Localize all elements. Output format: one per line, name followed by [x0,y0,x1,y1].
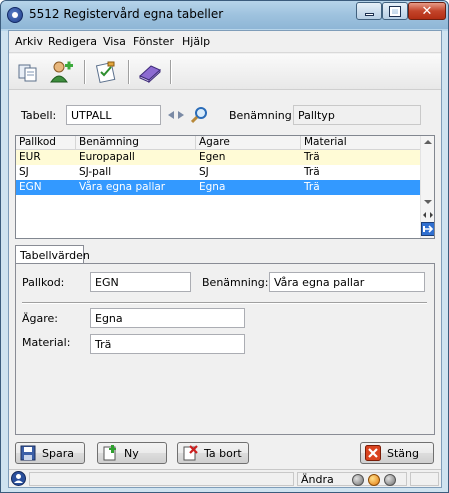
copy-icon [18,64,37,82]
app-icon [7,7,23,23]
floppy-disk-icon [20,445,36,461]
menu-visa[interactable]: Visa [103,35,126,48]
scroll-down-icon[interactable] [424,199,432,205]
gray-led-icon [352,474,364,486]
menu-fonster[interactable]: Fönster [133,35,174,48]
new-document-icon [103,445,116,461]
toolbar-separator [128,60,130,84]
menu-redigera[interactable]: Redigera [48,35,97,48]
copy-tool-button[interactable] [15,59,41,85]
new-button-label: Ny [124,446,139,460]
delete-document-icon [183,445,198,461]
table-row-selected[interactable]: EGN Våra egna pallar Egna Trä [16,180,420,195]
status-message-cell [29,472,294,486]
previous-arrow-icon[interactable] [167,110,175,120]
title-bar[interactable]: 5512 Registervård egna tabeller ✕ [1,1,448,29]
toolbar [9,54,441,90]
toolbar-separator [84,60,86,84]
status-bar: Ändra [9,469,441,487]
close-icon: ✕ [421,3,433,19]
agare-label: Ägare: [22,312,59,325]
gray-led-icon [384,474,396,486]
close-dialog-button-label: Stäng [387,446,419,460]
menu-bar: Arkiv Redigera Visa Fönster Hjälp [9,31,441,53]
cell-agare: Egna [199,181,226,193]
scroll-left-right-icon[interactable] [422,211,434,219]
form-divider [22,302,427,304]
cell-agare: SJ [199,166,209,178]
delete-button-label: Ta bort [204,446,242,460]
app-window: 5512 Registervård egna tabeller ✕ Arkiv … [0,0,449,493]
books-icon [139,65,161,84]
tab-tabellvarden[interactable]: Tabellvärden [15,245,90,264]
close-x-icon [365,445,381,461]
material-label: Material: [22,336,71,349]
status-extra-cell [410,472,439,486]
scroll-up-icon[interactable] [424,139,432,145]
pallkod-label: Pallkod: [22,276,65,289]
column-header-benamning[interactable]: Benämning [76,136,196,150]
tab-panel-tabellvarden: Pallkod: EGN Benämning: Våra egna pallar… [15,263,435,435]
cell-pallkod: SJ [19,166,29,178]
add-user-icon [50,61,73,83]
material-field[interactable]: Trä [90,334,245,354]
cell-pallkod: EUR [19,151,41,163]
minimize-button[interactable] [356,2,382,20]
pallkod-field[interactable]: EGN [90,272,191,292]
benamning-header-value: Palltyp [293,105,421,125]
grid-header: Pallkod Benämning Ägare Material [16,136,420,150]
delete-button[interactable]: Ta bort [177,442,249,464]
cell-agare: Egen [199,151,226,163]
close-button[interactable]: ✕ [408,2,446,20]
minimize-icon [364,13,374,16]
save-button-label: Spara [42,446,74,460]
client-area: Arkiv Redigera Visa Fönster Hjälp Tabell… [8,30,442,488]
orange-led-icon [368,474,380,486]
search-icon[interactable] [191,106,209,124]
cell-benamning: Europapall [79,151,135,163]
cell-pallkod: EGN [19,181,42,193]
menu-hjalp[interactable]: Hjälp [182,35,210,48]
status-mode-text: Ändra [301,473,334,486]
user-status-icon [11,471,26,486]
new-button[interactable]: Ny [97,442,167,464]
agare-field[interactable]: Egna [90,308,245,328]
cell-benamning: SJ-pall [79,166,112,178]
column-header-material[interactable]: Material [301,136,420,150]
checklist-icon [95,61,116,84]
tabell-input[interactable]: UTPALL [66,105,161,125]
checklist-tool-button[interactable] [93,59,119,85]
vertical-scrollbar[interactable] [420,136,435,238]
column-header-agare[interactable]: Ägare [196,136,301,150]
books-tool-button[interactable] [137,59,163,85]
table-row[interactable]: EUR Europapall Egen Trä [16,150,420,165]
cell-material: Trä [304,151,320,163]
benamning-header-label: Benämning: [229,109,296,122]
expand-grid-icon[interactable] [421,222,435,236]
close-dialog-button[interactable]: Stäng [360,442,434,464]
next-arrow-icon[interactable] [177,110,185,120]
column-header-pallkod[interactable]: Pallkod [16,136,76,150]
cell-material: Trä [304,166,320,178]
save-button[interactable]: Spara [15,442,85,464]
benamning-label: Benämning: [202,276,269,289]
benamning-field[interactable]: Våra egna pallar [269,272,425,292]
window-title: 5512 Registervård egna tabeller [29,7,224,21]
cell-material: Trä [304,181,320,193]
toolbar-separator [170,60,172,84]
status-mode-cell: Ändra [297,472,407,486]
tabell-label: Tabell: [21,109,57,122]
cell-benamning: Våra egna pallar [79,181,166,193]
pallkod-grid[interactable]: Pallkod Benämning Ägare Material EUR Eur… [15,135,435,239]
table-row[interactable]: SJ SJ-pall SJ Trä [16,165,420,180]
menu-arkiv[interactable]: Arkiv [15,35,43,48]
maximize-button[interactable] [382,2,408,20]
maximize-icon [389,5,401,17]
add-user-tool-button[interactable] [49,59,75,85]
